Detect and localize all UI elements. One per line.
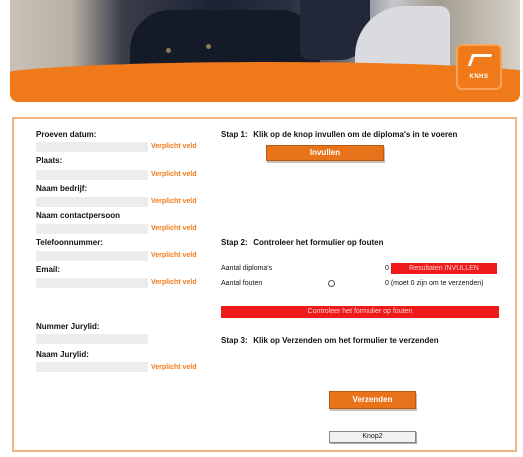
errors-count-label: Aantal fouten [221, 280, 263, 287]
email-input[interactable] [36, 278, 148, 288]
step2-instruction: Stap 2: Controleer het formulier op fout… [221, 238, 383, 247]
required-note: Verplicht veld [151, 279, 197, 286]
label-naam-jurylid: Naam Jurylid: [36, 350, 89, 359]
diplomas-count-label: Aantal diploma's [221, 265, 273, 272]
jacket-button [166, 48, 171, 53]
label-email: Email: [36, 265, 61, 274]
logo-mark-icon [467, 54, 493, 66]
label-plaats: Plaats: [36, 156, 63, 165]
required-note: Verplicht veld [151, 198, 197, 205]
step2-number: Stap 2: [221, 238, 248, 247]
diplomas-count-value: 0 [385, 265, 389, 272]
header-banner: KNHS [10, 0, 520, 102]
nummer-jurylid-input[interactable] [36, 334, 148, 344]
verzenden-button[interactable]: Verzenden [329, 391, 416, 409]
info-circle-icon [328, 280, 335, 287]
logo-text: KNHS [469, 74, 489, 80]
naam-contactpersoon-input[interactable] [36, 224, 148, 234]
step1-text: Klik op de knop invullen om de diploma's… [253, 130, 458, 139]
step1-instruction: Stap 1: Klik op de knop invullen om de d… [221, 130, 457, 139]
header-orange-bar [10, 78, 520, 102]
jacket-button [206, 44, 211, 49]
plaats-input[interactable] [36, 170, 148, 180]
step3-text: Klik op Verzenden om het formulier te ve… [253, 336, 439, 345]
telefoonnummer-input[interactable] [36, 251, 148, 261]
invullen-button[interactable]: Invullen [266, 145, 384, 161]
label-nummer-jurylid: Nummer Jurylid: [36, 322, 100, 331]
required-note: Verplicht veld [151, 364, 197, 371]
naam-jurylid-input[interactable] [36, 362, 148, 372]
errors-count-value: 0 (moet 0 zijn om te verzenden) [385, 280, 484, 287]
label-naam-bedrijf: Naam bedrijf: [36, 184, 88, 193]
required-note: Verplicht veld [151, 143, 197, 150]
naam-bedrijf-input[interactable] [36, 197, 148, 207]
step3-number: Stap 3: [221, 336, 248, 345]
proeven-datum-input[interactable] [36, 142, 148, 152]
required-note: Verplicht veld [151, 252, 197, 259]
label-proeven-datum: Proeven datum: [36, 130, 97, 139]
check-form-button[interactable]: Controleer het formulier op fouten [221, 306, 499, 318]
label-telefoonnummer: Telefoonnummer: [36, 238, 103, 247]
knhs-logo: KNHS [456, 44, 502, 90]
step2-text: Controleer het formulier op fouten [253, 238, 384, 247]
resultaten-invullen-badge: Resultaten INVULLEN [391, 263, 497, 274]
label-naam-contactpersoon: Naam contactpersoon [36, 211, 121, 220]
form-panel: Proeven datum: Verplicht veld Plaats: Ve… [12, 117, 517, 452]
step1-number: Stap 1: [221, 130, 248, 139]
step3-instruction: Stap 3: Klik op Verzenden om het formuli… [221, 336, 439, 345]
required-note: Verplicht veld [151, 225, 197, 232]
knop2-button[interactable]: Knop2 [329, 431, 416, 443]
required-note: Verplicht veld [151, 171, 197, 178]
